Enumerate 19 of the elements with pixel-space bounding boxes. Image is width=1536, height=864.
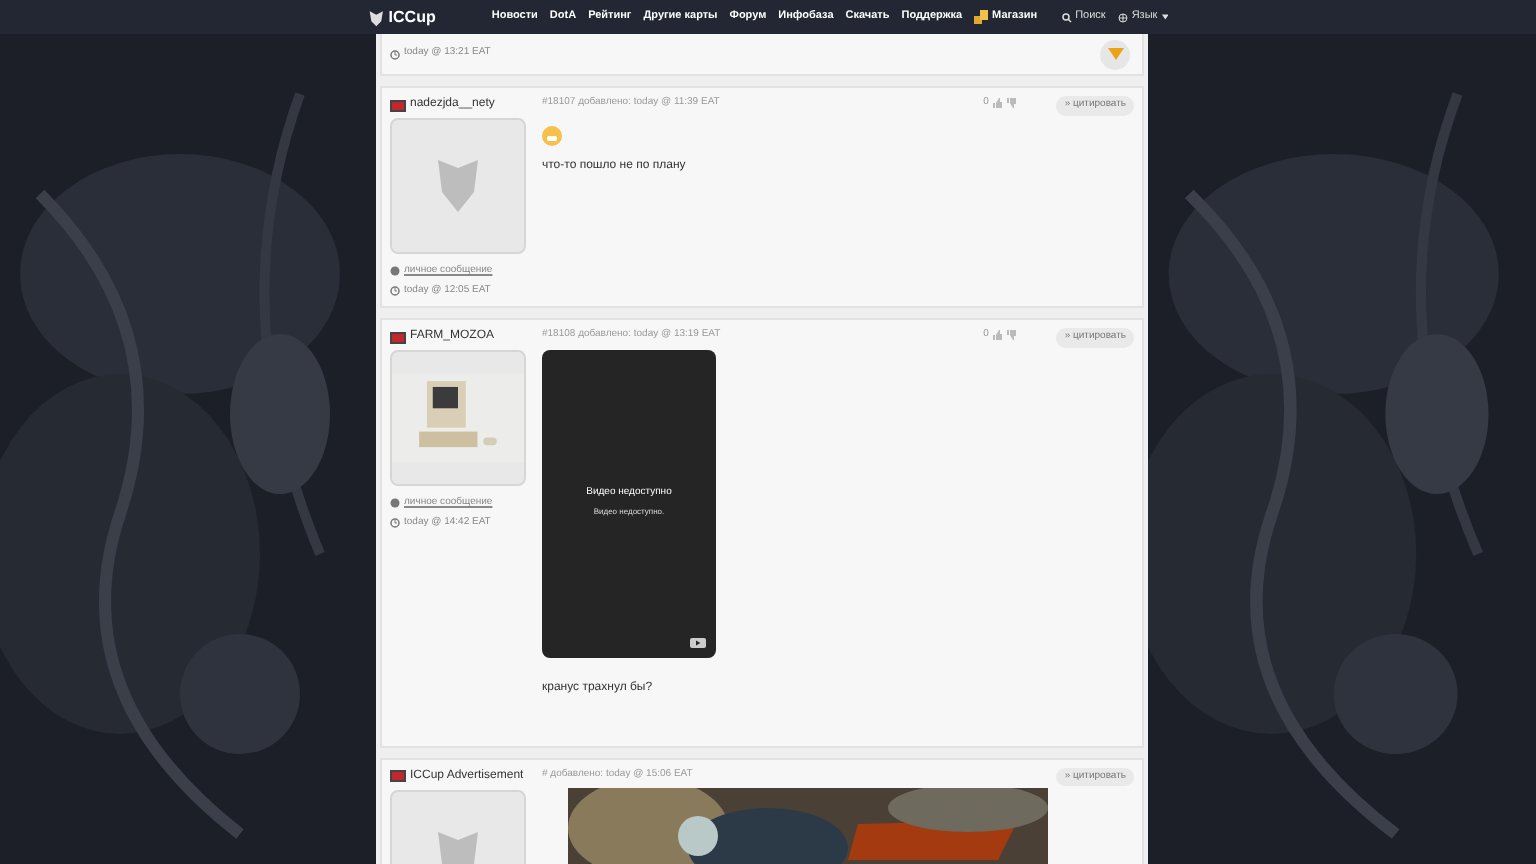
thumbs-down-icon[interactable]: [1006, 98, 1017, 109]
clock-icon: [390, 517, 400, 528]
thumbs-up-icon[interactable]: [992, 330, 1003, 341]
logo-icon: [368, 7, 385, 27]
globe-icon[interactable]: [1117, 11, 1128, 23]
logo[interactable]: ICCup: [388, 5, 436, 29]
flag-icon: [390, 99, 406, 111]
thumbs-down-icon[interactable]: [1006, 330, 1017, 341]
search-icon[interactable]: [1061, 11, 1072, 23]
flag-icon: [390, 770, 406, 782]
ingots-icon: [974, 10, 989, 24]
clock-icon: [390, 49, 400, 59]
flag-icon: [390, 331, 406, 343]
play-icon[interactable]: [690, 637, 706, 647]
reaction-button[interactable]: [1100, 39, 1130, 69]
shield-emblem-icon: [434, 156, 482, 216]
caret-icon: [1161, 14, 1168, 20]
clock-icon: [390, 285, 400, 296]
thumbs-up-icon[interactable]: [992, 98, 1003, 109]
